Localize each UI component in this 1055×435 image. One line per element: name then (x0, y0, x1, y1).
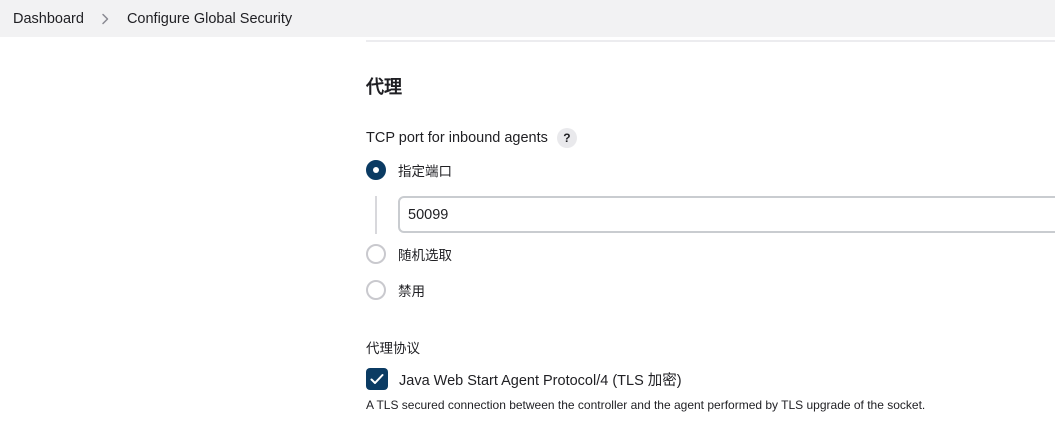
radio-random-port[interactable]: 随机选取 (366, 244, 452, 264)
radio-label-fixed-port: 指定端口 (398, 164, 452, 179)
breadcrumb: Dashboard Configure Global Security (0, 0, 1055, 37)
protocol-jnlp4-description: A TLS secured connection between the con… (366, 398, 926, 412)
tcp-port-field-label: TCP port for inbound agents ? (366, 128, 577, 148)
radio-button[interactable] (366, 244, 386, 264)
tcp-port-label: TCP port for inbound agents (366, 130, 548, 146)
radio-button[interactable] (366, 280, 386, 300)
chevron-right-icon (98, 12, 112, 26)
port-number-input[interactable] (398, 196, 1055, 233)
breadcrumb-item-configure-global-security[interactable]: Configure Global Security (127, 11, 292, 27)
radio-label-random-port: 随机选取 (398, 248, 452, 263)
section-title: 代理 (366, 77, 402, 97)
radio-button-checked[interactable] (366, 160, 386, 180)
radio-label-disable: 禁用 (398, 284, 425, 299)
section-divider (366, 40, 1055, 42)
help-icon[interactable]: ? (556, 128, 577, 148)
breadcrumb-item-dashboard[interactable]: Dashboard (13, 11, 84, 27)
nested-field-indicator (375, 196, 377, 234)
radio-disable[interactable]: 禁用 (366, 280, 425, 300)
protocol-jnlp4-checkbox-row[interactable]: Java Web Start Agent Protocol/4 (TLS 加密) (366, 368, 682, 390)
radio-fixed-port[interactable]: 指定端口 (366, 160, 452, 180)
checkbox-checked-icon[interactable] (366, 368, 388, 390)
protocol-jnlp4-label: Java Web Start Agent Protocol/4 (TLS 加密) (399, 372, 682, 389)
agent-protocols-title: 代理协议 (366, 341, 420, 356)
